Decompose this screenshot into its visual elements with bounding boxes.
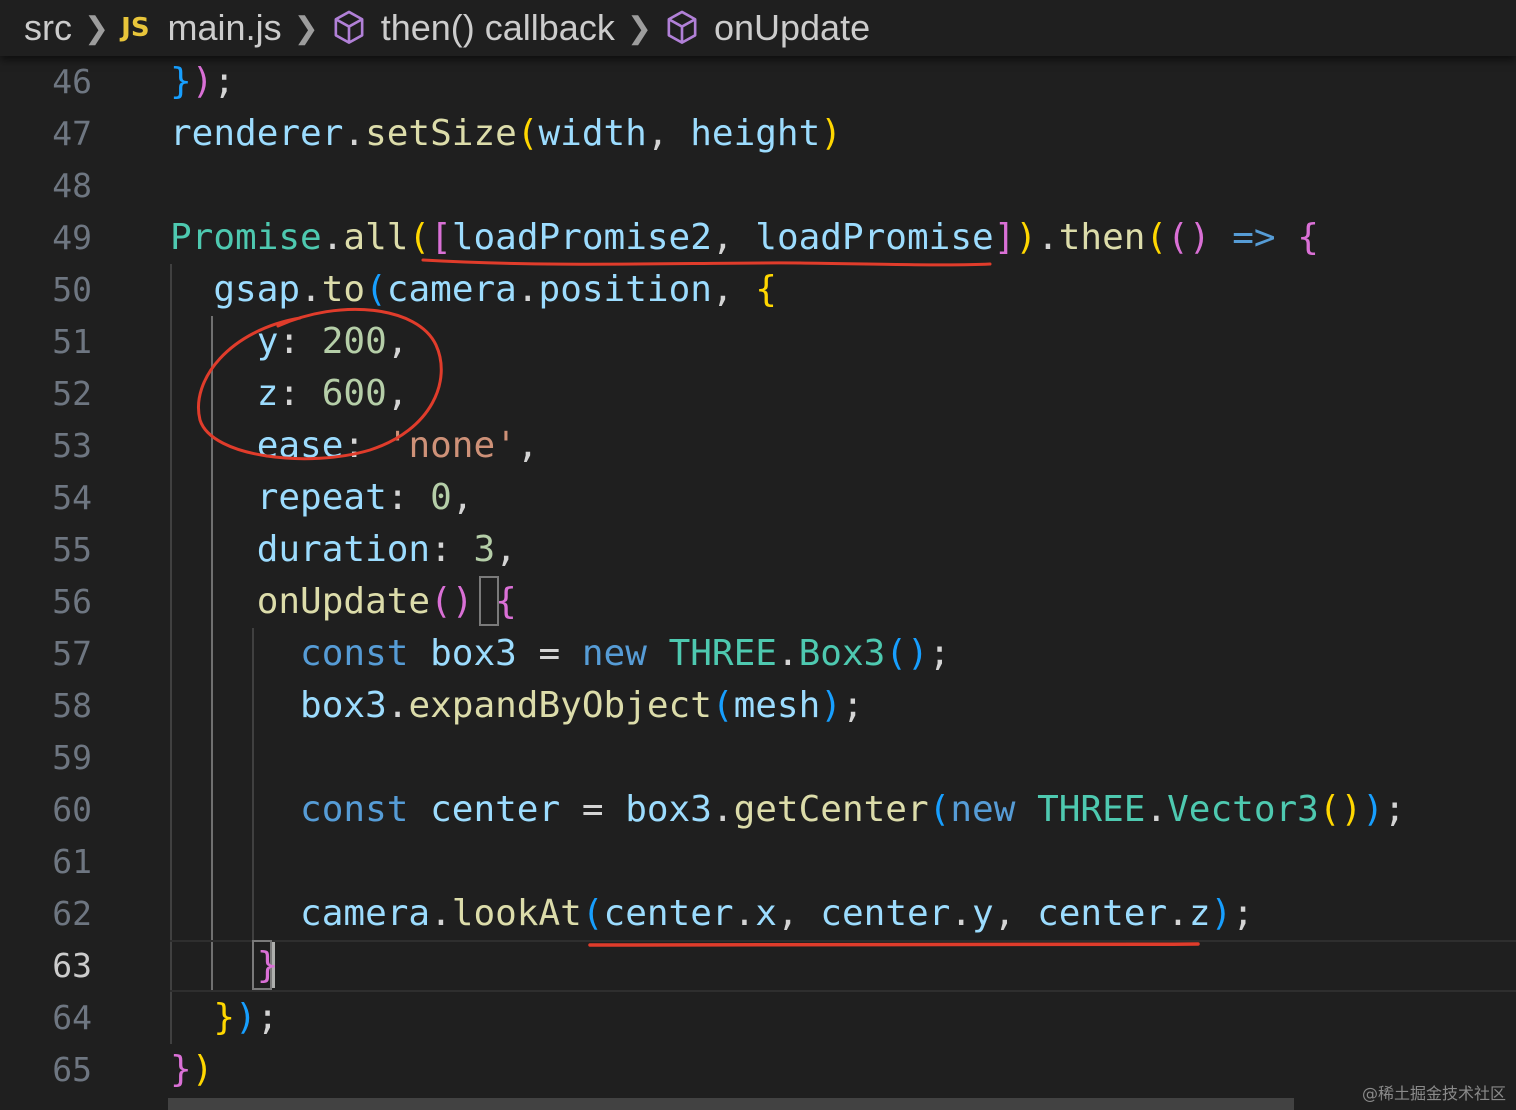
line-number: 54 (52, 478, 92, 517)
horizontal-scrollbar[interactable] (168, 1098, 1294, 1110)
cube-icon (664, 9, 700, 47)
code-line: 57 const box3 = new THREE.Box3(); (0, 628, 1516, 680)
line-content[interactable]: }) (170, 1044, 213, 1096)
line-content[interactable]: z: 600, (170, 368, 409, 420)
code-line: 56 onUpdate() { (0, 576, 1516, 628)
line-content[interactable]: } (170, 940, 279, 992)
breadcrumb-symbol-onupdate[interactable]: onUpdate (664, 7, 870, 49)
line-number: 48 (52, 166, 92, 205)
line-number: 47 (52, 114, 92, 153)
line-number: 53 (52, 426, 92, 465)
line-number: 58 (52, 686, 92, 725)
breadcrumb-symbol-label: then() callback (380, 7, 615, 48)
code-line: 63 } (0, 940, 1516, 992)
line-content[interactable]: }); (170, 992, 278, 1044)
code-line: 53 ease: 'none', (0, 420, 1516, 472)
line-number: 52 (52, 374, 92, 413)
line-content[interactable]: onUpdate() { (170, 576, 517, 628)
chevron-right-icon: ❯ (293, 11, 319, 45)
code-line: 50 gsap.to(camera.position, { (0, 264, 1516, 316)
line-content[interactable]: box3.expandByObject(mesh); (170, 680, 864, 732)
code-line: 47 renderer.setSize(width, height) (0, 108, 1516, 160)
line-number: 63 (52, 946, 92, 985)
code-line: 62 camera.lookAt(center.x, center.y, cen… (0, 888, 1516, 940)
line-content[interactable]: repeat: 0, (170, 472, 474, 524)
code-line: 52 z: 600, (0, 368, 1516, 420)
line-content[interactable]: gsap.to(camera.position, { (170, 264, 777, 316)
line-number: 65 (52, 1050, 92, 1089)
chevron-right-icon: ❯ (84, 11, 110, 45)
breadcrumb-folder[interactable]: src (24, 7, 72, 49)
code-line: 51 y: 200, (0, 316, 1516, 368)
line-number: 64 (52, 998, 92, 1037)
line-content[interactable]: const box3 = new THREE.Box3(); (170, 628, 950, 680)
line-number: 55 (52, 530, 92, 569)
code-line: 49 Promise.all([loadPromise2, loadPromis… (0, 212, 1516, 264)
line-number: 62 (52, 894, 92, 933)
line-content[interactable]: Promise.all([loadPromise2, loadPromise])… (170, 212, 1319, 264)
line-number: 46 (52, 62, 92, 101)
cube-icon (331, 9, 367, 47)
breadcrumb-symbol-label: onUpdate (713, 7, 871, 48)
line-number: 60 (52, 790, 92, 829)
code-line: 60 const center = box3.getCenter(new THR… (0, 784, 1516, 836)
code-line: 58 box3.expandByObject(mesh); (0, 680, 1516, 732)
chevron-right-icon: ❯ (626, 11, 652, 45)
code-line: 48 (0, 160, 1516, 212)
line-number: 51 (52, 322, 92, 361)
line-content[interactable]: y: 200, (170, 316, 409, 368)
code-line: 54 repeat: 0, (0, 472, 1516, 524)
code-editor[interactable]: 46 }); 47 renderer.setSize(width, height… (0, 56, 1516, 1110)
line-content[interactable]: renderer.setSize(width, height) (170, 108, 842, 160)
line-number: 57 (52, 634, 92, 673)
line-number: 50 (52, 270, 92, 309)
line-number: 61 (52, 842, 92, 881)
line-content[interactable]: ease: 'none', (170, 420, 539, 472)
breadcrumb-file-label: main.js (167, 7, 282, 48)
watermark: @稀土掘金技术社区 (1361, 1084, 1506, 1103)
line-content[interactable]: camera.lookAt(center.x, center.y, center… (170, 888, 1254, 940)
breadcrumb-symbol-then[interactable]: then() callback (331, 7, 615, 49)
line-number: 59 (52, 738, 92, 777)
line-number: 56 (52, 582, 92, 621)
code-line: 64 }); (0, 992, 1516, 1044)
code-line: 59 (0, 732, 1516, 784)
line-content[interactable]: const center = box3.getCenter(new THREE.… (170, 784, 1406, 836)
line-content[interactable]: }); (170, 56, 235, 108)
code-line: 55 duration: 3, (0, 524, 1516, 576)
code-line: 65 }) (0, 1044, 1516, 1096)
line-content[interactable]: duration: 3, (170, 524, 517, 576)
code-line: 61 (0, 836, 1516, 888)
breadcrumb: src ❯ JS main.js ❯ then() callback ❯ onU… (0, 0, 1516, 56)
code-line: 46 }); (0, 56, 1516, 108)
line-number: 49 (52, 218, 92, 257)
js-file-icon: JS (121, 13, 150, 43)
breadcrumb-file[interactable]: JS main.js (121, 7, 281, 49)
